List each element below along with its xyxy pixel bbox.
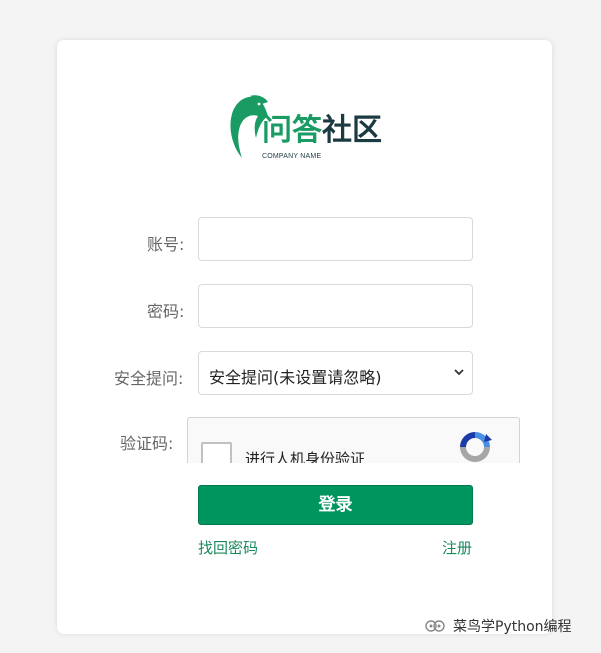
site-logo: 问答社区 COMPANY NAME [228,92,388,166]
chevron-down-icon [454,369,464,376]
account-label: 账号: [147,235,185,254]
logo-title-part1: 问答 [262,113,322,148]
recaptcha-widget: 进行人机身份验证 [187,417,520,463]
security-question-selected: 安全提问(未设置请忽略) [209,368,382,387]
password-input[interactable] [198,284,473,328]
password-label: 密码: [147,302,185,321]
logo-title-part2: 社区 [322,113,382,148]
security-question-label: 安全提问: [114,369,184,388]
login-button[interactable]: 登录 [198,485,473,525]
watermark: 菜鸟学Python编程 [425,616,572,636]
logo-subtitle: COMPANY NAME [262,153,322,160]
wechat-official-account-icon [425,620,445,632]
recaptcha-logo-icon [460,432,492,462]
recaptcha-text: 进行人机身份验证 [245,450,366,463]
account-input[interactable] [198,217,473,261]
logo-title: 问答社区 [262,116,382,146]
captcha-label: 验证码: [120,434,174,453]
forgot-password-link[interactable]: 找回密码 [198,537,258,558]
security-question-select[interactable]: 安全提问(未设置请忽略) [198,351,473,395]
watermark-text: 菜鸟学Python编程 [453,619,572,635]
register-link[interactable]: 注册 [442,537,472,558]
recaptcha-checkbox[interactable] [201,442,232,463]
